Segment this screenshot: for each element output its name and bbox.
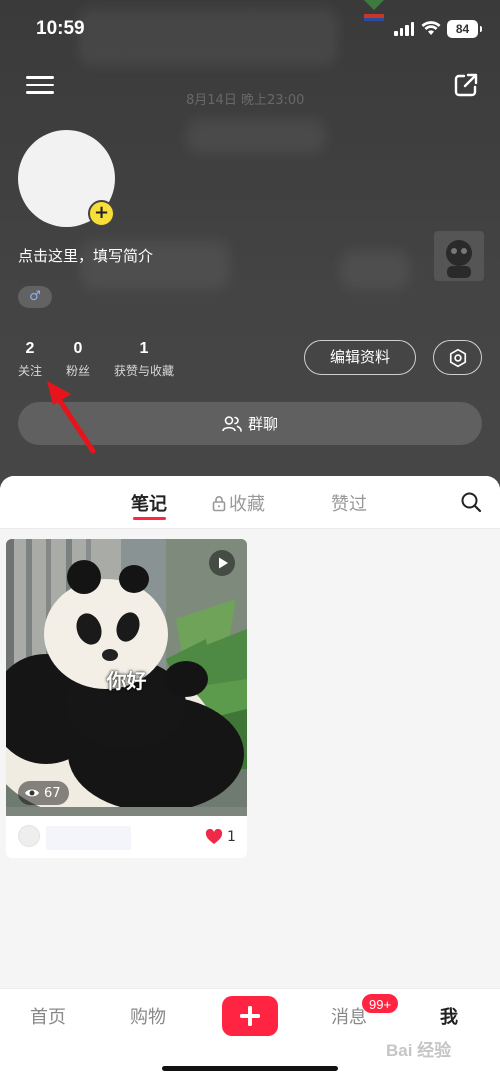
profile-header: 8月14日 晚上23:00 10:59 84 + 点击这里，填写简介 ♂ 2 关… bbox=[0, 0, 500, 500]
tab-notes[interactable]: 笔记 bbox=[131, 490, 167, 516]
tab-collections[interactable]: 收藏 bbox=[211, 490, 265, 516]
plus-icon bbox=[240, 1006, 260, 1026]
stat-likes-collections-count: 1 bbox=[139, 340, 149, 357]
group-chat-button[interactable]: 群聊 bbox=[18, 402, 482, 445]
battery-indicator: 84 bbox=[447, 20, 482, 38]
nav-shopping[interactable]: 购物 bbox=[130, 1003, 166, 1029]
background-blur bbox=[340, 250, 410, 290]
home-indicator bbox=[162, 1066, 338, 1071]
stat-followers-count: 0 bbox=[73, 340, 83, 357]
heart-icon bbox=[205, 829, 223, 844]
stat-following-label: 关注 bbox=[18, 364, 43, 378]
messages-badge: 99+ bbox=[361, 993, 400, 1014]
stat-following[interactable]: 2 关注 bbox=[18, 340, 42, 379]
view-count-badge: 67 bbox=[18, 781, 69, 805]
nav-home[interactable]: 首页 bbox=[30, 1003, 66, 1029]
create-post-button[interactable] bbox=[222, 996, 278, 1036]
note-card[interactable]: 你好 67 1 bbox=[6, 539, 247, 858]
edit-profile-button[interactable]: 编辑资料 bbox=[304, 340, 416, 375]
note-author-avatar[interactable] bbox=[18, 825, 40, 847]
background-thumbnail bbox=[434, 231, 484, 281]
eye-icon bbox=[25, 789, 39, 797]
gender-tag[interactable]: ♂ bbox=[18, 286, 52, 308]
note-author-name[interactable] bbox=[46, 826, 131, 850]
stat-following-count: 2 bbox=[25, 340, 35, 357]
gear-icon bbox=[449, 348, 466, 367]
stat-followers-label: 粉丝 bbox=[66, 364, 91, 378]
cellular-signal-icon bbox=[394, 22, 414, 36]
add-avatar-button[interactable]: + bbox=[88, 200, 115, 227]
stat-likes-collections[interactable]: 1 获赞与收藏 bbox=[114, 340, 174, 379]
like-button[interactable]: 1 bbox=[205, 829, 236, 845]
note-overlay-text: 你好 bbox=[106, 669, 147, 693]
status-bar: 10:59 84 bbox=[0, 0, 500, 58]
active-tab-indicator bbox=[133, 517, 166, 520]
wifi-icon bbox=[421, 21, 441, 35]
menu-icon[interactable] bbox=[26, 72, 54, 98]
share-icon[interactable] bbox=[452, 71, 480, 99]
like-count: 1 bbox=[227, 829, 236, 845]
background-blur bbox=[186, 118, 326, 154]
tab-collections-label: 收藏 bbox=[229, 494, 265, 515]
group-chat-label: 群聊 bbox=[247, 415, 278, 433]
search-icon[interactable] bbox=[460, 491, 482, 513]
background-date: 8月14日 晚上23:00 bbox=[186, 93, 305, 108]
bio-prompt[interactable]: 点击这里，填写简介 bbox=[18, 245, 153, 266]
note-cover-image[interactable]: 你好 67 bbox=[6, 539, 247, 816]
stat-followers[interactable]: 0 粉丝 bbox=[66, 340, 90, 379]
content-tabs: 笔记 收藏 赞过 bbox=[0, 476, 500, 529]
group-users-icon bbox=[222, 415, 242, 432]
content-sheet: 笔记 收藏 赞过 你好 67 1 bbox=[0, 476, 500, 988]
stat-likes-collections-label: 获赞与收藏 bbox=[114, 364, 175, 378]
status-time: 10:59 bbox=[36, 18, 85, 39]
view-count: 67 bbox=[44, 785, 61, 801]
tab-liked[interactable]: 赞过 bbox=[331, 490, 367, 516]
video-play-icon bbox=[209, 550, 235, 576]
lock-icon bbox=[212, 495, 226, 511]
settings-button[interactable] bbox=[433, 340, 482, 375]
nav-me[interactable]: 我 bbox=[440, 1003, 458, 1029]
watermark: Bai 经验 bbox=[386, 1041, 452, 1060]
bottom-navigation: 首页 购物 消息 99+ 我 bbox=[0, 988, 500, 1082]
